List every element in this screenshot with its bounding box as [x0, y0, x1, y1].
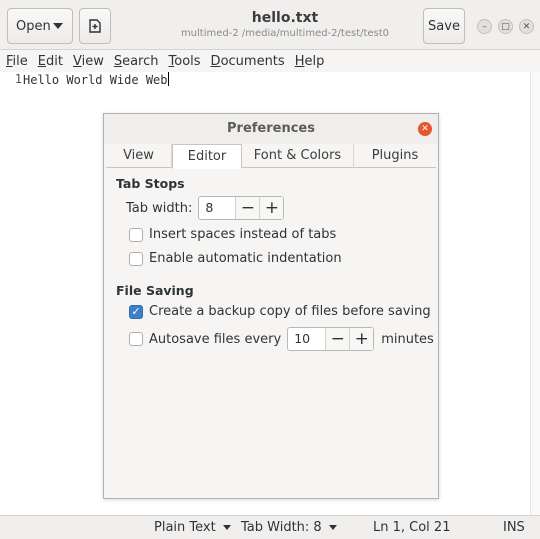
close-icon: ✕ — [421, 124, 429, 134]
preferences-tabs: View Editor Font & Colors Plugins — [106, 144, 436, 169]
tab-plugins[interactable]: Plugins — [354, 144, 436, 168]
menu-search-label: earch — [122, 53, 159, 69]
preferences-dialog: Preferences ✕ View Editor Font & Colors … — [103, 113, 439, 499]
insert-spaces-row[interactable]: Insert spaces instead of tabs — [129, 227, 336, 242]
insert-spaces-label: Insert spaces instead of tabs — [149, 227, 337, 242]
autosave-spinner[interactable]: 10 − + — [287, 327, 375, 351]
new-document-icon — [89, 19, 101, 33]
auto-indent-row[interactable]: Enable automatic indentation — [129, 251, 342, 266]
menu-help-mnemonic: H — [294, 53, 305, 69]
maximize-icon: □ — [501, 21, 510, 32]
menu-view-mnemonic: V — [72, 53, 82, 69]
tab-width-decrement-button[interactable]: − — [235, 197, 260, 219]
autosave-checkbox[interactable] — [129, 332, 143, 346]
save-button[interactable]: Save — [423, 8, 465, 44]
vertical-scrollbar[interactable] — [530, 72, 540, 515]
text-cursor — [167, 72, 169, 86]
menu-tools-label: ools — [174, 53, 201, 69]
tab-font-colors[interactable]: Font & Colors — [242, 144, 354, 168]
window-title-area: hello.txt multimed-2 /media/multimed-2/t… — [160, 10, 410, 39]
menu-edit[interactable]: Edit — [36, 54, 65, 69]
close-icon: ✕ — [522, 21, 531, 32]
menu-documents-mnemonic: D — [210, 53, 221, 69]
autosave-row: Autosave files every 10 − + minutes — [129, 327, 434, 351]
auto-indent-label: Enable automatic indentation — [149, 251, 342, 266]
tab-width-status-label: Tab Width: 8 — [241, 520, 322, 535]
checkmark-icon: ✓ — [131, 305, 141, 318]
plus-icon: + — [354, 329, 369, 349]
tab-width-row: Tab width: 8 − + — [126, 196, 285, 220]
menu-help-label: elp — [304, 53, 325, 69]
minimize-icon: – — [482, 21, 487, 32]
header-bar: Open hello.txt multimed-2 /media/multime… — [0, 0, 540, 50]
window-subtitle: multimed-2 /media/multimed-2/test/test0 — [180, 28, 390, 39]
chevron-down-icon — [328, 525, 337, 530]
cursor-position[interactable]: Ln 1, Col 21 — [373, 520, 450, 535]
minimize-button[interactable]: – — [477, 19, 492, 34]
menu-bar: File Edit View Search Tools Documents He… — [0, 50, 540, 72]
chevron-down-icon — [53, 23, 63, 29]
menu-search[interactable]: Search — [112, 54, 161, 69]
tab-width-selector[interactable]: Tab Width: 8 — [241, 520, 337, 535]
file-saving-heading: File Saving — [116, 283, 194, 298]
insert-mode[interactable]: INS — [503, 520, 525, 535]
chevron-down-icon — [222, 525, 231, 530]
tab-stops-heading: Tab Stops — [116, 176, 185, 191]
backup-row[interactable]: ✓ Create a backup copy of files before s… — [129, 304, 431, 319]
tab-width-value[interactable]: 8 — [199, 197, 235, 219]
editor-line[interactable]: Hello World Wide Web — [23, 72, 169, 87]
auto-indent-checkbox[interactable] — [129, 251, 143, 266]
maximize-button[interactable]: □ — [498, 19, 513, 34]
menu-search-mnemonic: S — [113, 53, 123, 69]
menu-help[interactable]: Help — [293, 54, 327, 69]
menu-view[interactable]: View — [71, 54, 106, 69]
tab-width-label: Tab width: — [126, 200, 193, 216]
menu-edit-label: dit — [46, 53, 63, 69]
dialog-close-button[interactable]: ✕ — [418, 122, 432, 136]
tab-width-spinner[interactable]: 8 − + — [198, 196, 285, 220]
menu-edit-mnemonic: E — [37, 53, 46, 69]
tab-width-increment-button[interactable]: + — [259, 197, 284, 219]
dialog-title: Preferences — [104, 114, 438, 144]
backup-label: Create a backup copy of files before sav… — [149, 304, 431, 319]
autosave-decrement-button[interactable]: − — [325, 328, 350, 350]
insert-spaces-checkbox[interactable] — [129, 227, 143, 242]
autosave-unit-label: minutes — [381, 331, 434, 347]
minus-icon: − — [240, 198, 255, 218]
save-button-label: Save — [428, 18, 460, 34]
menu-tools[interactable]: Tools — [167, 54, 203, 69]
open-button-label: Open — [16, 18, 51, 34]
syntax-label: Plain Text — [154, 520, 216, 535]
menu-file[interactable]: File — [4, 54, 30, 69]
tab-editor[interactable]: Editor — [172, 144, 242, 169]
menu-file-label: ile — [12, 53, 28, 69]
tab-view[interactable]: View — [106, 144, 172, 168]
minus-icon: − — [330, 329, 345, 349]
menu-documents-label: ocuments — [220, 53, 285, 69]
status-bar: Plain Text Tab Width: 8 Ln 1, Col 21 INS — [0, 515, 540, 539]
window-title: hello.txt — [251, 10, 319, 26]
menu-view-label: iew — [81, 53, 104, 69]
close-window-button[interactable]: ✕ — [519, 19, 534, 34]
editor-text: Hello World Wide Web — [23, 73, 168, 87]
autosave-increment-button[interactable]: + — [349, 328, 374, 350]
line-number: 1 — [14, 72, 22, 86]
menu-documents[interactable]: Documents — [209, 54, 287, 69]
autosave-label: Autosave files every — [149, 331, 282, 347]
plus-icon: + — [264, 198, 279, 218]
cursor-position-label: Ln 1, Col 21 — [373, 520, 451, 535]
open-button[interactable]: Open — [7, 8, 73, 44]
insert-mode-label: INS — [503, 520, 525, 535]
backup-checkbox[interactable]: ✓ — [129, 304, 143, 319]
syntax-selector[interactable]: Plain Text — [154, 520, 231, 535]
new-document-button[interactable] — [79, 8, 111, 44]
autosave-value[interactable]: 10 — [288, 328, 325, 350]
